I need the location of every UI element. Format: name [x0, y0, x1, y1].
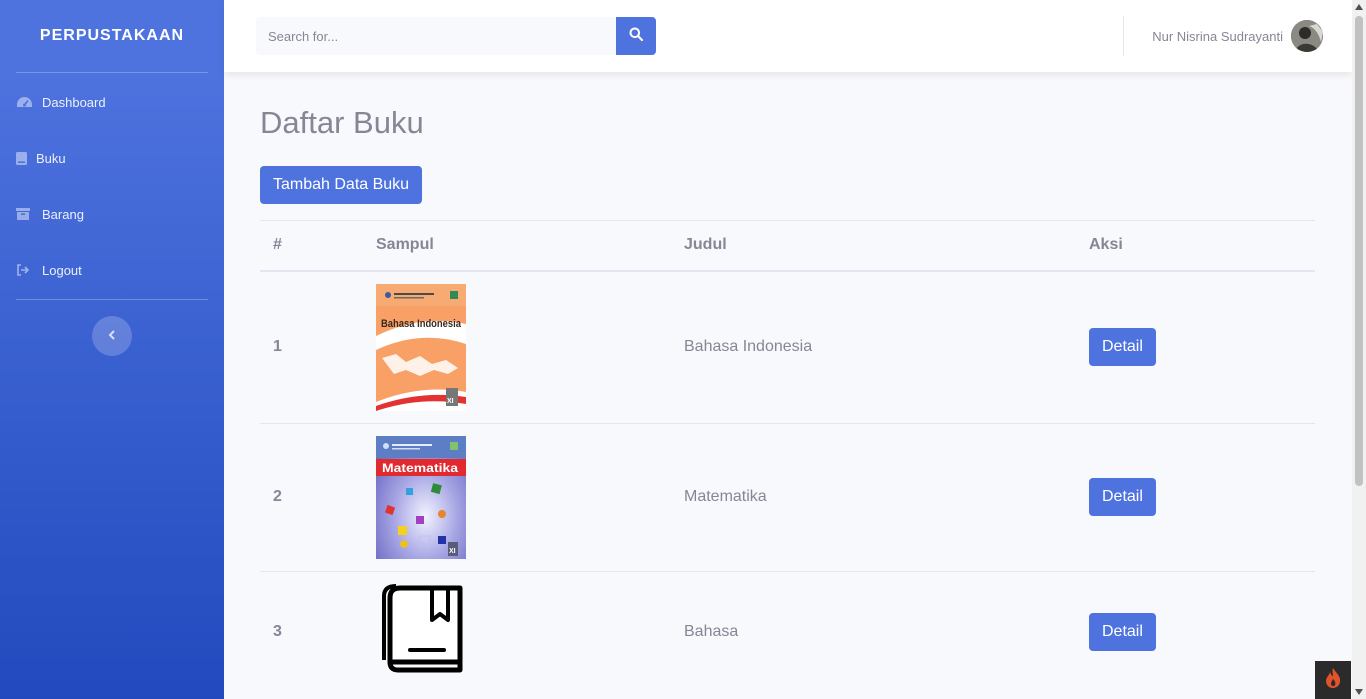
column-header-title: Judul: [671, 220, 1076, 272]
search-input[interactable]: [256, 17, 616, 55]
topbar: Nur Nisrina Sudrayanti: [224, 0, 1352, 72]
page-title: Daftar Buku: [260, 105, 424, 140]
column-header-number: #: [260, 220, 363, 272]
sidebar-item-logout[interactable]: Logout: [0, 242, 224, 298]
table-row: 1 Bahasa Indonesia XI Bahasa Indonesia D…: [260, 270, 1315, 423]
table-header-row: # Sampul Judul Aksi: [260, 220, 1315, 272]
sidebar: PERPUSTAKAAN Dashboard Buku Barang Logou…: [0, 0, 224, 699]
detail-button[interactable]: Detail: [1089, 478, 1156, 516]
sidebar-item-barang[interactable]: Barang: [0, 186, 224, 242]
sidebar-item-label: Logout: [42, 262, 82, 278]
sidebar-item-buku[interactable]: Buku: [0, 130, 224, 186]
main-content: Daftar Buku Tambah Data Buku # Sampul Ju…: [260, 72, 1315, 692]
user-name[interactable]: Nur Nisrina Sudrayanti: [1152, 29, 1283, 44]
detail-button[interactable]: Detail: [1089, 328, 1156, 366]
sidebar-item-label: Buku: [36, 150, 66, 166]
chevron-left-icon: [108, 327, 116, 345]
book-placeholder-icon: [382, 583, 463, 672]
table-row: 2 Matematika XI Matematika Detail: [260, 422, 1315, 571]
cover-grade-text: XI: [447, 398, 454, 405]
tachometer-icon: [16, 95, 34, 109]
cover-title-text: Matematika: [382, 461, 458, 475]
column-header-action: Aksi: [1076, 220, 1315, 272]
page-scrollbar[interactable]: [1352, 0, 1366, 699]
scroll-up-arrow-icon[interactable]: [1355, 4, 1363, 10]
sign-out-icon: [16, 263, 34, 277]
sidebar-toggle-button[interactable]: [92, 316, 132, 356]
table-row: 3 Bahasa Detail: [260, 570, 1315, 692]
sidebar-item-label: Dashboard: [42, 94, 106, 110]
row-number: 2: [260, 422, 363, 571]
cover-grade-text: XI: [449, 548, 456, 555]
add-book-button[interactable]: Tambah Data Buku: [260, 166, 423, 204]
book-title: Matematika: [671, 422, 1076, 571]
scrollbar-thumb[interactable]: [1355, 16, 1363, 486]
cover-title-text: Bahasa Indonesia: [381, 318, 462, 330]
books-table: # Sampul Judul Aksi 1 Bahasa Indonesia X…: [260, 220, 1315, 692]
book-cover-image: Bahasa Indonesia XI: [376, 283, 466, 411]
column-header-cover: Sampul: [363, 220, 671, 272]
book-title: Bahasa Indonesia: [671, 270, 1076, 423]
search-button[interactable]: [616, 17, 656, 55]
sidebar-item-dashboard[interactable]: Dashboard: [0, 74, 224, 130]
row-number: 3: [260, 570, 363, 692]
brand-title[interactable]: PERPUSTAKAAN: [0, 0, 224, 72]
archive-icon: [16, 207, 34, 221]
scroll-down-arrow-icon[interactable]: [1355, 689, 1363, 695]
book-title: Bahasa: [671, 570, 1076, 692]
book-cover-image: Matematika XI: [376, 435, 466, 559]
detail-button[interactable]: Detail: [1089, 612, 1156, 651]
row-number: 1: [260, 270, 363, 423]
search-form: [256, 17, 656, 55]
sidebar-item-label: Barang: [42, 206, 84, 222]
search-icon: [629, 27, 644, 46]
debug-toolbar-button[interactable]: [1315, 661, 1351, 699]
topbar-divider: [1123, 16, 1125, 56]
book-icon: [16, 151, 28, 165]
flame-icon: [1324, 667, 1342, 694]
avatar[interactable]: [1291, 20, 1323, 52]
